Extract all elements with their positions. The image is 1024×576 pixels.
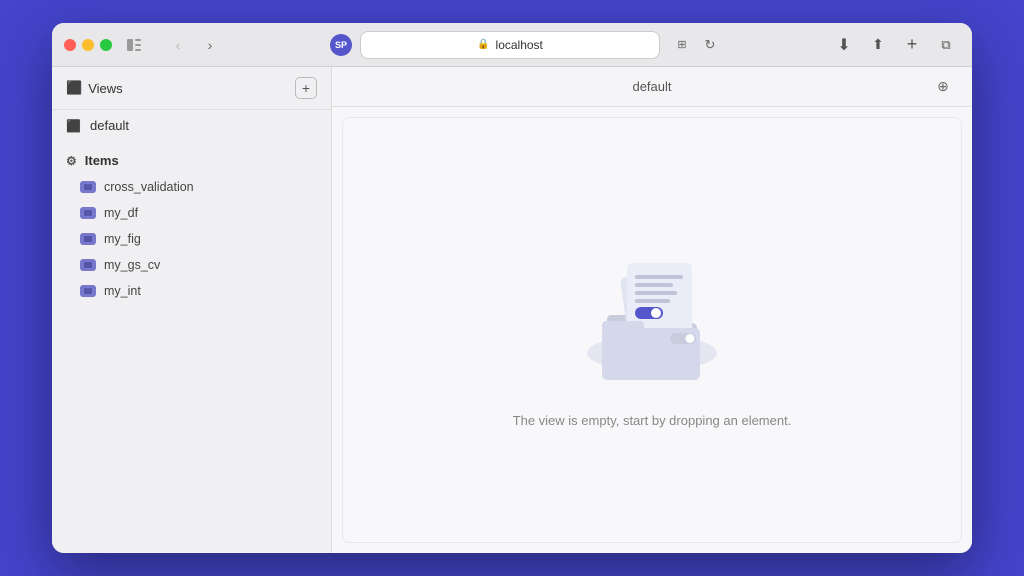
views-icon: ⬛ (66, 80, 82, 96)
empty-illustration (552, 233, 752, 393)
sidebar-item-my-gs-cv[interactable]: my_gs_cv (52, 252, 331, 278)
url-text: localhost (496, 38, 543, 52)
data-item-icon (80, 207, 96, 219)
panel-header: default ⊕ (332, 67, 972, 107)
sidebar-title: Views (88, 81, 122, 96)
sidebar: ⬛ Views + ⬛ default ⚙ Items cross_valida… (52, 67, 332, 553)
maximize-button[interactable] (100, 39, 112, 51)
item-name: my_int (104, 284, 141, 298)
data-item-icon (80, 285, 96, 297)
traffic-lights (64, 39, 112, 51)
default-label: default (90, 118, 129, 133)
sidebar-title-row: ⬛ Views (66, 80, 123, 96)
items-section-icon: ⚙ (66, 154, 77, 168)
sidebar-item-my-fig[interactable]: my_fig (52, 226, 331, 252)
item-name: my_df (104, 206, 138, 220)
data-item-icon (80, 233, 96, 245)
reader-mode-button[interactable]: ⊞ (668, 33, 696, 57)
sidebar-item-my-df[interactable]: my_df (52, 200, 331, 226)
toolbar-right: ⬇ ⬆ + ⧉ (830, 33, 960, 57)
back-button[interactable]: ‹ (164, 33, 192, 57)
forward-button[interactable]: › (196, 33, 224, 57)
data-item-icon (80, 181, 96, 193)
browser-window: ‹ › SP 🔒 localhost ⊞ ↻ ⬇ ⬆ + ⧉ (52, 23, 972, 553)
panel-settings-button[interactable]: ⊕ (930, 76, 956, 98)
sidebar-item-cross-validation[interactable]: cross_validation (52, 174, 331, 200)
download-button[interactable]: ⬇ (830, 33, 858, 57)
avatar-button[interactable]: SP (330, 34, 352, 56)
sidebar-item-default[interactable]: ⬛ default (52, 110, 331, 141)
close-button[interactable] (64, 39, 76, 51)
share-button[interactable]: ⬆ (864, 33, 892, 57)
address-bar-container: SP 🔒 localhost ⊞ ↻ (240, 31, 814, 59)
items-section-header: ⚙ Items (52, 141, 331, 174)
item-name: cross_validation (104, 180, 194, 194)
address-bar[interactable]: 🔒 localhost (360, 31, 660, 59)
right-panel: default ⊕ (332, 67, 972, 553)
minimize-button[interactable] (82, 39, 94, 51)
main-content: ⬛ Views + ⬛ default ⚙ Items cross_valida… (52, 67, 972, 553)
empty-state-text: The view is empty, start by dropping an … (513, 413, 792, 428)
data-item-icon (80, 259, 96, 271)
empty-state: The view is empty, start by dropping an … (342, 117, 962, 543)
nav-controls: ‹ › (164, 33, 224, 57)
sidebar-header: ⬛ Views + (52, 67, 331, 110)
default-icon: ⬛ (66, 119, 82, 133)
sidebar-item-my-int[interactable]: my_int (52, 278, 331, 304)
item-name: my_fig (104, 232, 141, 246)
reload-button[interactable]: ↻ (696, 33, 724, 57)
panel-title: default (632, 79, 671, 94)
tabs-button[interactable]: ⧉ (932, 33, 960, 57)
sidebar-toggle-button[interactable] (120, 33, 148, 57)
new-tab-button[interactable]: + (898, 33, 926, 57)
title-bar: ‹ › SP 🔒 localhost ⊞ ↻ ⬇ ⬆ + ⧉ (52, 23, 972, 67)
lock-icon: 🔒 (477, 39, 489, 50)
item-name: my_gs_cv (104, 258, 160, 272)
panel-controls: ⊕ (930, 76, 956, 98)
items-section-label: Items (85, 153, 119, 168)
add-view-button[interactable]: + (295, 77, 317, 99)
